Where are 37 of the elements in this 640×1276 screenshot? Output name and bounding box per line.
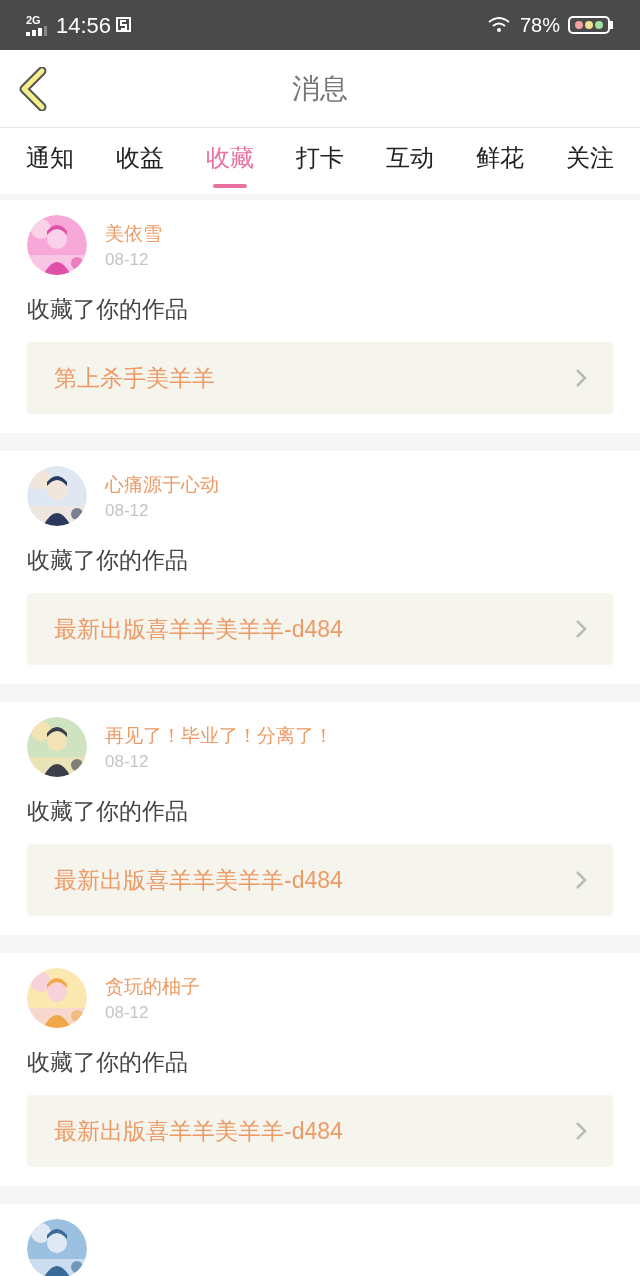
network-type: 2G <box>26 14 41 26</box>
battery-percent: 78% <box>519 13 560 38</box>
message-date: 08-12 <box>105 500 150 522</box>
user-name[interactable]: 美依雪 <box>105 221 162 247</box>
tab-indicator <box>213 184 247 188</box>
work-link[interactable]: 第上杀手美羊羊 <box>27 342 613 414</box>
chevron-right-icon <box>575 619 587 639</box>
category-tab[interactable]: 通知 <box>26 128 74 194</box>
wifi-icon <box>487 17 510 33</box>
category-tab[interactable]: 打卡 <box>296 128 344 194</box>
chevron-right-icon <box>575 870 587 890</box>
message-text: 收藏了你的作品 <box>27 1048 189 1077</box>
message-date: 08-12 <box>105 751 150 773</box>
user-name[interactable]: 心痛源于心动 <box>105 472 219 498</box>
category-tab[interactable]: 鲜花 <box>476 128 524 194</box>
message-text: 收藏了你的作品 <box>27 295 189 324</box>
message-text: 收藏了你的作品 <box>27 797 189 826</box>
category-tab[interactable]: 收藏 <box>206 128 254 194</box>
message-date: 08-12 <box>105 249 150 271</box>
category-tab[interactable]: 互动 <box>386 128 434 194</box>
category-tab[interactable]: 收益 <box>116 128 164 194</box>
page-title: 消息 <box>292 71 348 106</box>
back-chevron-icon <box>18 66 48 111</box>
work-link[interactable]: 最新出版喜羊羊美羊羊-d484 <box>27 844 613 916</box>
message-date: 08-12 <box>105 1002 150 1024</box>
user-name[interactable]: 贪玩的柚子 <box>105 974 200 1000</box>
work-link[interactable]: 最新出版喜羊羊美羊羊-d484 <box>27 1095 613 1167</box>
work-link[interactable]: 最新出版喜羊羊美羊羊-d484 <box>27 593 613 665</box>
signal-icon <box>26 25 48 36</box>
battery-icon <box>568 16 614 34</box>
chevron-right-icon <box>575 368 587 388</box>
category-tab[interactable]: 关注 <box>566 128 614 194</box>
message-text: 收藏了你的作品 <box>27 546 189 575</box>
user-name[interactable]: 再见了！毕业了！分离了！ <box>105 723 333 749</box>
chevron-right-icon <box>575 1121 587 1141</box>
notification-icon <box>115 16 134 34</box>
clock-time: 14:56 <box>56 11 112 40</box>
